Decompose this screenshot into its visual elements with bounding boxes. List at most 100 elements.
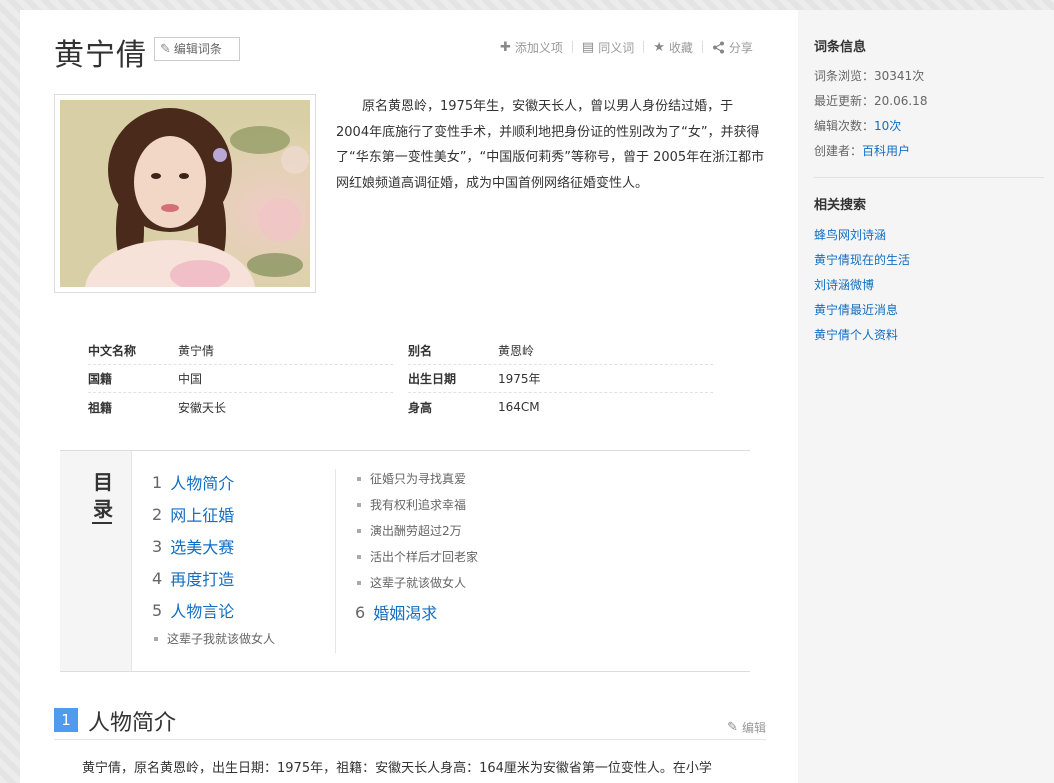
related-search-link[interactable]: 黄宁倩个人资料 [814, 326, 898, 343]
toc-item-label: 网上征婚 [170, 506, 235, 525]
toc-subitem-label: 我有权利追求幸福 [370, 498, 467, 512]
creator: 创建者：百科用户 [814, 142, 910, 159]
toc-item-4[interactable]: 4 再度打造 [152, 566, 234, 590]
view-count-value: 30341次 [874, 69, 925, 83]
info-label: 中文名称 [88, 344, 137, 358]
share-icon [712, 41, 724, 53]
edit-count: 编辑次数：10次 [814, 117, 901, 134]
favorite-label: 收藏 [668, 40, 693, 55]
catalog-column-divider [335, 469, 336, 653]
section-edit-button[interactable]: ✎ 编辑 [727, 719, 766, 736]
related-search-link[interactable]: 黄宁倩最近消息 [814, 301, 898, 318]
edit-entry-button[interactable]: ✎ 编辑词条 [154, 37, 240, 61]
catalog-title: 目 录 [92, 469, 114, 523]
entry-summary: 原名黄恩岭，1975年生，安徽天长人，曾以男人身份结过婚，于2004年底施行了变… [336, 99, 765, 191]
star-icon: ★ [653, 39, 665, 55]
toolbar-divider [571, 41, 573, 53]
toc-item-number: 4 [152, 568, 163, 588]
last-updated-value: 20.06.18 [874, 94, 928, 108]
toc-subitem[interactable]: 这辈子我就该做女人 [154, 630, 275, 647]
toolbar-divider [643, 41, 645, 53]
portrait-illustration [60, 100, 310, 287]
info-row: 中文名称 黄宁倩 [88, 337, 393, 365]
table-of-contents: 目 录 1 人物简介 2 网上征婚 3 选美大赛 4 再度打造 5 人物言论 这… [60, 450, 750, 672]
info-row: 出生日期 1975年 [408, 365, 713, 393]
toc-item-2[interactable]: 2 网上征婚 [152, 502, 234, 526]
catalog-title-top: 目 [93, 470, 113, 494]
toc-subitem[interactable]: 活出个样后才回老家 [357, 548, 478, 565]
info-label: 身高 [408, 400, 433, 415]
toc-subitem-label: 活出个样后才回老家 [370, 550, 479, 564]
section-header: 1 人物简介 ✎ 编辑 [54, 704, 766, 740]
toc-item-label: 再度打造 [170, 570, 235, 589]
basic-info-left-column: 中文名称 黄宁倩 国籍 中国 祖籍 安徽天长 [88, 337, 393, 421]
related-search-link[interactable]: 黄宁倩现在的生活 [814, 251, 910, 268]
share-button[interactable]: 分享 [712, 39, 753, 56]
info-row: 祖籍 安徽天长 [88, 393, 393, 421]
bullet-icon [357, 476, 361, 481]
catalog-title-underline [92, 522, 112, 524]
info-value: 安徽天长 [178, 400, 227, 415]
toc-subitem[interactable]: 演出酬劳超过2万 [357, 522, 462, 539]
toc-item-5[interactable]: 5 人物言论 [152, 598, 234, 622]
plus-icon: ✚ [500, 39, 511, 55]
section-body-text: 黄宁倩，原名黄恩岭，出生日期：1975年，祖籍：安徽天长人身高：164厘米为安徽… [82, 761, 712, 776]
toc-subitem[interactable]: 征婚只为寻找真爱 [357, 470, 466, 487]
toc-item-3[interactable]: 3 选美大赛 [152, 534, 234, 558]
bullet-icon [357, 554, 361, 559]
synonym-icon: ▤ [581, 39, 595, 55]
synonym-button[interactable]: ▤ 同义词 [582, 39, 634, 56]
sidebar-divider [814, 177, 1044, 178]
toc-item-number: 2 [152, 504, 163, 524]
toc-subitem[interactable]: 我有权利追求幸福 [357, 496, 466, 513]
toc-subitem-label: 这辈子就该做女人 [370, 576, 467, 590]
share-label: 分享 [728, 40, 753, 55]
info-label: 出生日期 [408, 372, 457, 386]
toc-item-label: 选美大赛 [170, 538, 235, 557]
entry-toolbar: ✚ 添加义项 ▤ 同义词 ★ 收藏 分享 [500, 38, 753, 56]
section-number-badge: 1 [54, 708, 78, 732]
related-search-link[interactable]: 刘诗涵微博 [814, 276, 874, 293]
add-meaning-button[interactable]: ✚ 添加义项 [500, 39, 563, 56]
toc-item-6[interactable]: 6 婚姻渴求 [355, 600, 437, 624]
toc-item-label: 人物简介 [170, 474, 235, 493]
synonym-label: 同义词 [598, 40, 635, 55]
toc-subitem-label: 演出酬劳超过2万 [370, 524, 462, 538]
bullet-icon [357, 580, 361, 585]
bullet-icon [154, 636, 158, 641]
toc-item-number: 5 [152, 600, 163, 620]
toc-item-number: 3 [152, 536, 163, 556]
favorite-button[interactable]: ★ 收藏 [653, 39, 693, 56]
info-label: 别名 [408, 344, 433, 358]
info-value: 黄宁倩 [178, 344, 215, 358]
toc-item-1[interactable]: 1 人物简介 [152, 470, 234, 494]
creator-label: 创建者： [814, 144, 863, 158]
toc-subitem-label: 征婚只为寻找真爱 [370, 472, 467, 486]
section-edit-label: 编辑 [741, 721, 766, 735]
info-value: 中国 [178, 372, 203, 386]
last-updated-label: 最近更新： [814, 94, 875, 108]
catalog-title-bottom: 录 [93, 497, 113, 521]
related-search-link[interactable]: 蜂鸟网刘诗涵 [814, 226, 886, 243]
toc-item-label: 人物言论 [170, 602, 235, 621]
creator-link[interactable]: 百科用户 [862, 144, 910, 158]
add-meaning-label: 添加义项 [514, 40, 563, 55]
info-label: 国籍 [88, 372, 113, 386]
edit-entry-label: 编辑词条 [173, 42, 222, 56]
related-search-heading: 相关搜索 [814, 198, 867, 213]
info-row: 别名 黄恩岭 [408, 337, 713, 365]
edit-count-link[interactable]: 10次 [874, 119, 901, 133]
toolbar-divider [701, 41, 703, 53]
view-count: 词条浏览：30341次 [814, 67, 924, 84]
view-count-label: 词条浏览： [814, 69, 875, 83]
info-row: 身高 164CM [408, 393, 713, 421]
toc-item-number: 6 [355, 602, 366, 622]
toc-subitem[interactable]: 这辈子就该做女人 [357, 574, 466, 591]
info-value: 164CM [498, 400, 540, 414]
info-value: 黄恩岭 [498, 344, 535, 358]
entry-title: 黄宁倩 [54, 38, 147, 73]
entry-photo[interactable] [54, 94, 316, 293]
basic-info-right-column: 别名 黄恩岭 出生日期 1975年 身高 164CM [408, 337, 713, 421]
toc-item-label: 婚姻渴求 [373, 604, 438, 623]
bullet-icon [357, 528, 361, 533]
